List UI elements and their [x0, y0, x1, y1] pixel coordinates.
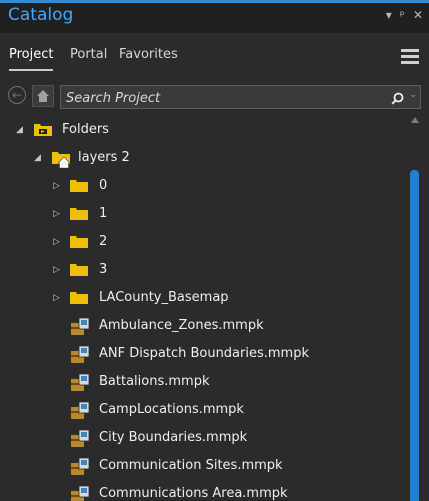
folder-connection-icon [34, 121, 52, 141]
pin-icon[interactable]: ᵖ [400, 8, 405, 22]
tree-item-package[interactable]: Battalions.mmpk [0, 369, 405, 397]
tree-label: ANF Dispatch Boundaries.mmpk [99, 346, 309, 361]
folder-icon [70, 261, 88, 281]
tree-item-subfolder[interactable]: ▷ 1 [0, 201, 405, 229]
search-icon[interactable] [391, 90, 404, 109]
tree-label: Folders [62, 122, 109, 137]
catalog-tree: ◢ Folders ◢ layers 2 ▷ 0 ▷ 1 ▷ 2 ▷ 3 ▷ L… [0, 117, 405, 501]
tree-item-subfolder[interactable]: ▷ 3 [0, 257, 405, 285]
tree-label: Communications Area.mmpk [99, 486, 288, 501]
close-icon[interactable]: ✕ [413, 8, 423, 22]
expand-arrow-icon[interactable]: ▷ [53, 293, 60, 303]
tab-project[interactable]: Project [9, 47, 54, 71]
tree-label: City Boundaries.mmpk [99, 430, 248, 445]
collapse-arrow-icon[interactable]: ◢ [34, 153, 41, 163]
tree-label: 0 [99, 178, 108, 193]
tree-item-project-folder[interactable]: ◢ layers 2 [0, 145, 405, 173]
tree-label: 1 [99, 206, 108, 221]
tree-item-folders[interactable]: ◢ Folders [0, 117, 405, 145]
tree-label: CampLocations.mmpk [99, 402, 244, 417]
tree-item-subfolder[interactable]: ▷ 2 [0, 229, 405, 257]
pane-options-icon[interactable]: ▾ [386, 8, 392, 22]
vertical-scrollbar[interactable] [409, 117, 421, 501]
scrollbar-thumb[interactable] [410, 170, 419, 501]
tree-label: Communication Sites.mmpk [99, 458, 283, 473]
expand-arrow-icon[interactable]: ▷ [53, 237, 60, 247]
mobile-map-package-icon [70, 457, 90, 481]
tree-item-subfolder[interactable]: ▷ LACounty_Basemap [0, 285, 405, 313]
search-dropdown-icon[interactable]: ⌄ [409, 90, 417, 100]
scroll-up-arrow-icon[interactable] [411, 117, 419, 123]
catalog-pane: Catalog ▾ ᵖ ✕ Project Portal Favorites ← [0, 0, 429, 501]
tree-label: 3 [99, 262, 108, 277]
tree-item-package[interactable]: Communication Sites.mmpk [0, 453, 405, 481]
home-folder-icon [52, 149, 72, 173]
tree-label: layers 2 [78, 150, 130, 165]
tab-portal[interactable]: Portal [70, 47, 107, 62]
expand-arrow-icon[interactable]: ▷ [53, 265, 60, 275]
expand-arrow-icon[interactable]: ▷ [53, 181, 60, 191]
tab-favorites[interactable]: Favorites [119, 47, 178, 62]
pane-window-controls: ▾ ᵖ ✕ [386, 8, 423, 22]
pane-title: Catalog [8, 5, 74, 25]
tree-item-subfolder[interactable]: ▷ 0 [0, 173, 405, 201]
mobile-map-package-icon [70, 373, 90, 397]
mobile-map-package-icon [70, 345, 90, 369]
tree-label: 2 [99, 234, 108, 249]
tree-label: Battalions.mmpk [99, 374, 210, 389]
search-row: ← ⌄ [8, 85, 421, 110]
tree-item-package[interactable]: City Boundaries.mmpk [0, 425, 405, 453]
mobile-map-package-icon [70, 317, 90, 341]
folder-icon [70, 177, 88, 197]
catalog-tabs: Project Portal Favorites [0, 39, 429, 75]
mobile-map-package-icon [70, 401, 90, 425]
expand-arrow-icon[interactable]: ▷ [53, 209, 60, 219]
tree-item-package[interactable]: ANF Dispatch Boundaries.mmpk [0, 341, 405, 369]
tree-item-package[interactable]: Communications Area.mmpk [0, 481, 405, 501]
folder-icon [70, 233, 88, 253]
mobile-map-package-icon [70, 429, 90, 453]
tree-label: LACounty_Basemap [99, 290, 229, 305]
menu-icon[interactable] [401, 49, 419, 64]
back-arrow-icon[interactable]: ← [8, 86, 26, 104]
search-input[interactable] [64, 88, 390, 108]
tree-item-package[interactable]: Ambulance_Zones.mmpk [0, 313, 405, 341]
tree-label: Ambulance_Zones.mmpk [99, 318, 264, 333]
search-box: ⌄ [60, 85, 421, 109]
collapse-arrow-icon[interactable]: ◢ [16, 125, 23, 135]
folder-icon [70, 205, 88, 225]
pane-titlebar: Catalog ▾ ᵖ ✕ [0, 3, 429, 33]
mobile-map-package-icon [70, 485, 90, 501]
home-icon[interactable] [32, 85, 54, 107]
tree-item-package[interactable]: CampLocations.mmpk [0, 397, 405, 425]
folder-icon [70, 289, 88, 309]
